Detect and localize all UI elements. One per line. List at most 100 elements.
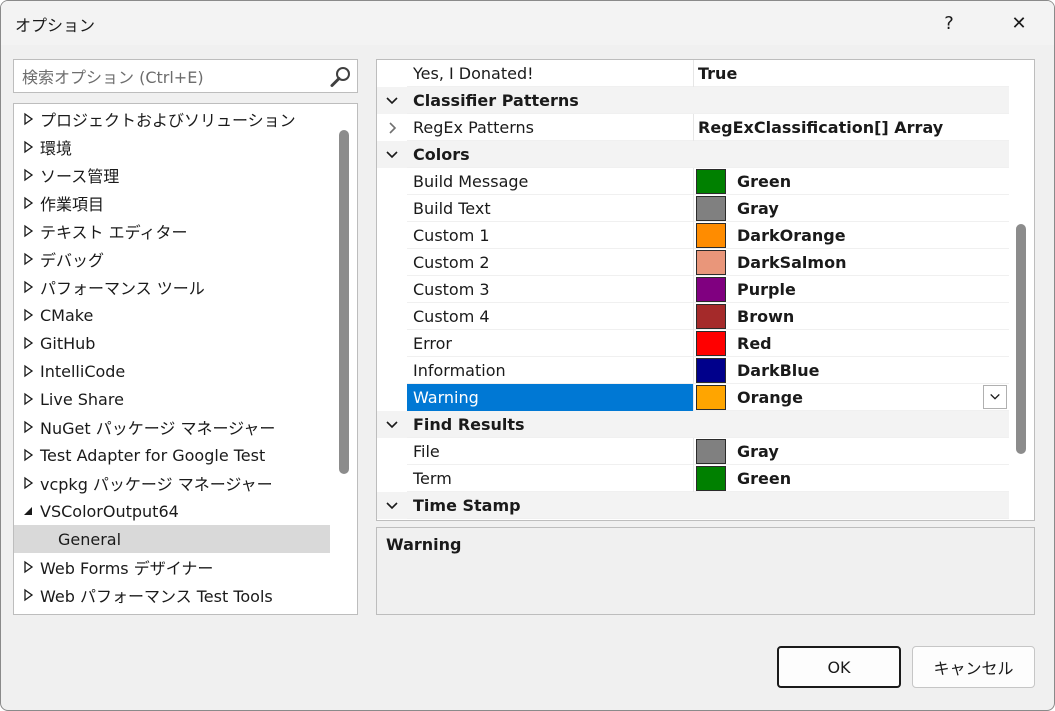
collapsed-arrow-icon[interactable]: [22, 448, 34, 462]
chevron-down-icon[interactable]: [385, 148, 399, 162]
collapsed-arrow-icon[interactable]: [22, 112, 34, 126]
collapsed-arrow-icon[interactable]: [22, 280, 34, 294]
grid-category-row[interactable]: Classifier Patterns: [377, 87, 1009, 114]
tree-item[interactable]: GitHub: [14, 329, 330, 357]
grid-property-row[interactable]: Warning Orange: [377, 384, 1009, 411]
ok-button[interactable]: OK: [777, 646, 901, 688]
grid-property-row[interactable]: Error Red: [377, 330, 1009, 357]
grid-gutter[interactable]: [377, 492, 407, 519]
tree-item[interactable]: Test Adapter for Google Test: [14, 441, 330, 469]
close-button[interactable]: ✕: [997, 7, 1041, 39]
property-value[interactable]: Green: [693, 465, 1009, 492]
chevron-right-icon[interactable]: [385, 121, 399, 135]
property-value[interactable]: Purple: [693, 276, 1009, 303]
grid-property-row[interactable]: Build Message Green: [377, 168, 1009, 195]
property-value[interactable]: DarkOrange: [693, 222, 1009, 249]
color-swatch: [696, 439, 726, 464]
help-button[interactable]: ?: [927, 7, 971, 39]
grid-property-row[interactable]: Custom 4 Brown: [377, 303, 1009, 330]
property-value[interactable]: Brown: [693, 303, 1009, 330]
tree-item[interactable]: Web Forms デザイナー: [14, 553, 330, 581]
grid-property-row[interactable]: Custom 3 Purple: [377, 276, 1009, 303]
tree-item[interactable]: CMake: [14, 301, 330, 329]
property-value-text: Green: [737, 469, 792, 488]
tree-item[interactable]: 環境: [14, 133, 330, 161]
collapsed-arrow-icon[interactable]: [22, 560, 34, 574]
tree-item[interactable]: General: [14, 525, 330, 553]
collapsed-arrow-icon[interactable]: [22, 252, 34, 266]
grid-property-row[interactable]: Build Text Gray: [377, 195, 1009, 222]
collapsed-arrow-icon[interactable]: [22, 420, 34, 434]
grid-property-row[interactable]: RegEx Patterns RegExClassification[] Arra…: [377, 114, 1009, 141]
grid-property-row[interactable]: Yes, I Donated! True: [377, 60, 1009, 87]
property-value-text: Gray: [737, 199, 779, 218]
value-dropdown-button[interactable]: [983, 385, 1007, 409]
tree-item[interactable]: Live Share: [14, 385, 330, 413]
options-dialog: オプション ? ✕ プロジェクトおよびソリューション環境ソース管理作業項目テキス…: [0, 0, 1055, 711]
color-swatch: [696, 223, 726, 248]
property-value[interactable]: DarkBlue: [693, 357, 1009, 384]
tree-item-label: プロジェクトおよびソリューション: [40, 111, 296, 130]
grid-gutter: [377, 249, 407, 276]
grid-property-row[interactable]: Custom 2 DarkSalmon: [377, 249, 1009, 276]
tree-scrollbar[interactable]: [339, 130, 349, 474]
tree-item[interactable]: VSColorOutput64: [14, 497, 330, 525]
property-value[interactable]: Gray: [693, 438, 1009, 465]
collapsed-arrow-icon[interactable]: [22, 336, 34, 350]
color-swatch: [696, 358, 726, 383]
search-input[interactable]: [22, 64, 322, 90]
property-value[interactable]: Orange: [693, 384, 1009, 411]
chevron-down-icon[interactable]: [385, 94, 399, 108]
grid-gutter[interactable]: [377, 411, 407, 438]
grid-gutter[interactable]: [377, 114, 407, 141]
options-tree: プロジェクトおよびソリューション環境 ソース管理 作業項目 テキスト エディターデバッ…: [13, 103, 358, 615]
color-swatch: [696, 304, 726, 329]
grid-property-row[interactable]: File Gray: [377, 438, 1009, 465]
grid-category-row[interactable]: Colors: [377, 141, 1009, 168]
grid-property-row[interactable]: Information DarkBlue: [377, 357, 1009, 384]
property-value-text: True: [698, 64, 738, 83]
chevron-down-icon[interactable]: [385, 418, 399, 432]
chevron-down-icon[interactable]: [385, 499, 399, 513]
grid-property-row[interactable]: Custom 1 DarkOrange: [377, 222, 1009, 249]
grid-gutter[interactable]: [377, 141, 407, 168]
property-value[interactable]: Red: [693, 330, 1009, 357]
property-value[interactable]: True: [693, 60, 1009, 87]
tree-item[interactable]: Web パフォーマンス Test Tools: [14, 581, 330, 609]
grid-category-row[interactable]: Find Results: [377, 411, 1009, 438]
tree-item-label: デバッグ: [40, 251, 105, 270]
collapsed-arrow-icon[interactable]: [22, 168, 34, 182]
collapsed-arrow-icon[interactable]: [22, 364, 34, 378]
collapsed-arrow-icon[interactable]: [22, 476, 34, 490]
expanded-arrow-icon[interactable]: [22, 504, 34, 518]
grid-property-row[interactable]: Term Green: [377, 465, 1009, 492]
collapsed-arrow-icon[interactable]: [22, 308, 34, 322]
tree-item[interactable]: vcpkg パッケージ マネージャー: [14, 469, 330, 497]
collapsed-arrow-icon[interactable]: [22, 140, 34, 154]
property-name: Custom 2: [413, 253, 490, 272]
tree-item[interactable]: テキスト エディター: [14, 217, 330, 245]
grid-gutter[interactable]: [377, 87, 407, 114]
property-value[interactable]: Green: [693, 168, 1009, 195]
tree-item[interactable]: プロジェクトおよびソリューション: [14, 105, 330, 133]
grid-scrollbar[interactable]: [1016, 224, 1026, 454]
grid-category-row[interactable]: Time Stamp: [377, 492, 1009, 519]
search-icon[interactable]: [329, 65, 353, 89]
collapsed-arrow-icon[interactable]: [22, 588, 34, 602]
property-value-text: Red: [737, 334, 772, 353]
property-value[interactable]: DarkSalmon: [693, 249, 1009, 276]
tree-item[interactable]: デバッグ: [14, 245, 330, 273]
collapsed-arrow-icon[interactable]: [22, 196, 34, 210]
cancel-button[interactable]: キャンセル: [912, 646, 1035, 688]
property-value[interactable]: Gray: [693, 195, 1009, 222]
tree-item[interactable]: パフォーマンス ツール: [14, 273, 330, 301]
tree-item[interactable]: 作業項目: [14, 189, 330, 217]
property-value[interactable]: RegExClassification[] Array: [693, 114, 1009, 141]
tree-item[interactable]: IntelliCode: [14, 357, 330, 385]
tree-item-label: VSColorOutput64: [40, 501, 179, 521]
collapsed-arrow-icon[interactable]: [22, 392, 34, 406]
tree-item[interactable]: ソース管理: [14, 161, 330, 189]
property-value-text: Orange: [737, 388, 803, 407]
collapsed-arrow-icon[interactable]: [22, 224, 34, 238]
tree-item[interactable]: NuGet パッケージ マネージャー: [14, 413, 330, 441]
